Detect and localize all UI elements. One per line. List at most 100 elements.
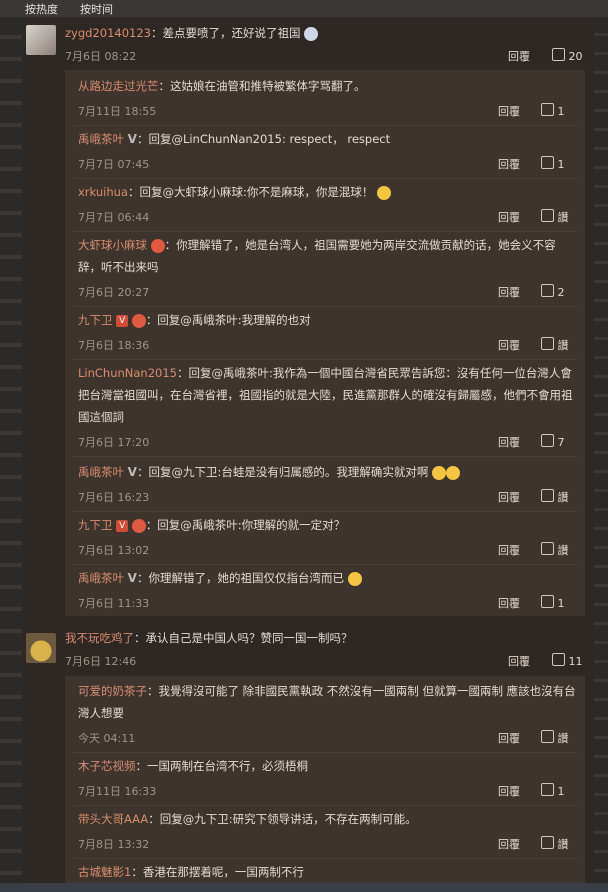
verified-badge-icon: V — [127, 571, 137, 585]
like-button[interactable]: 1 — [541, 156, 565, 171]
thumbs-up-icon — [541, 730, 554, 743]
sort-by-hot[interactable]: 按热度 — [25, 1, 58, 17]
reply-thread: 从路边走过光芒：这姑娘在油管和推特被繁体字骂翻了。 7月11日 18:55 回覆… — [65, 70, 585, 616]
like-button[interactable]: 1 — [541, 783, 565, 798]
like-button[interactable]: 2 — [541, 284, 565, 299]
reply-text: ：回复@禹峨茶叶:你理解的就一定对？ — [145, 518, 346, 532]
avatar[interactable] — [26, 25, 56, 55]
like-button[interactable]: 讚 — [541, 542, 569, 558]
comment-username[interactable]: 我不玩吃鸡了 — [65, 631, 134, 645]
reply-button[interactable]: 回覆 — [498, 836, 520, 852]
reply-date: 7月7日 07:45 — [78, 158, 150, 171]
reply-username[interactable]: 带头大哥AAA — [78, 812, 148, 826]
thumbs-up-icon — [541, 783, 554, 796]
reply-username[interactable]: 九下卫 — [78, 518, 113, 532]
vip-badge-icon: V — [116, 314, 129, 327]
reply-button[interactable]: 回覆 — [508, 653, 530, 669]
reply-username[interactable]: xrkuihua — [78, 185, 128, 199]
like-button[interactable]: 1 — [541, 595, 565, 610]
reply-button[interactable]: 回覆 — [498, 783, 520, 799]
reply-button[interactable]: 回覆 — [498, 595, 520, 611]
reply-username[interactable]: 禹峨茶叶 — [78, 132, 124, 146]
like-count: 讚 — [557, 339, 569, 352]
like-count: 7 — [557, 436, 565, 449]
left-decoration — [0, 17, 22, 883]
divider — [73, 511, 577, 512]
reply-button[interactable]: 回覆 — [498, 337, 520, 353]
reply-date: 7月6日 16:23 — [78, 491, 150, 504]
reply-button[interactable]: 回覆 — [508, 48, 530, 64]
like-button[interactable]: 讚 — [541, 730, 569, 746]
reply-username[interactable]: 从路边走过光芒 — [78, 79, 159, 93]
reply-username[interactable]: LinChunNan2015 — [78, 366, 177, 380]
comment-header: zygd20140123：差点要喷了，还好说了祖国 — [65, 25, 319, 41]
reply-text: ：香港在那摆着呢，一国两制不行 — [131, 865, 304, 879]
reply-button[interactable]: 回覆 — [498, 103, 520, 119]
vip-badge-icon: V — [116, 519, 129, 532]
like-button[interactable]: 7 — [541, 434, 565, 449]
face-emoji-icon — [445, 465, 460, 480]
reply-username[interactable]: 可爱的奶茶子 — [78, 684, 147, 698]
comment-list: zygd20140123：差点要喷了，还好说了祖国 7月6日 08:22 回覆 … — [22, 17, 594, 883]
like-button[interactable]: 讚 — [541, 337, 569, 353]
thumbs-up-icon — [541, 284, 554, 297]
like-button[interactable]: 11 — [552, 653, 583, 668]
reply-date: 7月8日 13:32 — [78, 838, 150, 851]
thumbs-up-icon — [541, 489, 554, 502]
reply-text: ：你理解错了，她是台湾人，祖国需要她为两岸交流做贡献的话，她会义不容辞，听不出来… — [78, 238, 556, 274]
reply-button[interactable]: 回覆 — [498, 156, 520, 172]
like-count: 20 — [568, 50, 583, 63]
divider — [73, 456, 577, 457]
thumbs-up-icon — [541, 836, 554, 849]
bottom-bar — [0, 883, 608, 892]
like-count: 讚 — [557, 838, 569, 851]
reply-text: ：回复@大虾球小麻球:你不是麻球，你是混球！ — [127, 185, 374, 199]
like-button[interactable]: 1 — [541, 103, 565, 118]
divider — [73, 359, 577, 360]
thumbs-up-icon — [552, 48, 565, 61]
like-button[interactable]: 讚 — [541, 836, 569, 852]
reply-date: 7月7日 06:44 — [78, 211, 150, 224]
face-emoji-icon — [347, 571, 362, 586]
reply-button[interactable]: 回覆 — [498, 209, 520, 225]
reply-username[interactable]: 九下卫 — [78, 313, 113, 327]
like-count: 讚 — [557, 211, 569, 224]
reply-date: 7月6日 11:33 — [78, 597, 150, 610]
avatar[interactable] — [26, 633, 56, 663]
reply-button[interactable]: 回覆 — [498, 489, 520, 505]
divider — [73, 306, 577, 307]
divider — [73, 752, 577, 753]
reply-button[interactable]: 回覆 — [498, 542, 520, 558]
reply-button[interactable]: 回覆 — [498, 284, 520, 300]
reply-username[interactable]: 禹峨茶叶 — [78, 465, 124, 479]
reply-text: ：回复@LinChunNan2015: respect， respect — [136, 132, 391, 146]
reply-text: ：回复@禹峨茶叶:我理解的也对 — [145, 313, 311, 327]
divider — [73, 564, 577, 565]
reply-date: 7月6日 20:27 — [78, 286, 150, 299]
comment-date: 7月6日 12:46 — [65, 655, 137, 668]
like-count: 2 — [557, 286, 565, 299]
sort-by-time[interactable]: 按时间 — [80, 1, 113, 17]
thumbs-up-icon — [541, 156, 554, 169]
thumbs-up-icon — [541, 103, 554, 116]
thumbs-up-icon — [541, 337, 554, 350]
like-count: 1 — [557, 597, 565, 610]
reply-username[interactable]: 木子芯视频 — [78, 759, 136, 773]
reply-username[interactable]: 大虾球小麻球 — [78, 238, 147, 252]
like-button[interactable]: 讚 — [541, 489, 569, 505]
comment-date: 7月6日 08:22 — [65, 50, 137, 63]
reply-text: ：回复@九下卫:研究下领导讲话，不存在两制可能。 — [148, 812, 417, 826]
reply-username[interactable]: 禹峨茶叶 — [78, 571, 124, 585]
reply-username[interactable]: 古城魅影1 — [78, 865, 131, 879]
badge-icon — [150, 238, 165, 253]
comment-username[interactable]: zygd20140123 — [65, 26, 151, 40]
face-emoji-icon — [376, 185, 391, 200]
reply-button[interactable]: 回覆 — [498, 730, 520, 746]
like-count: 讚 — [557, 732, 569, 745]
reply-text: ：一国两制在台湾不行，必须梧桐 — [135, 759, 309, 773]
reply-date: 7月6日 13:02 — [78, 544, 150, 557]
like-button[interactable]: 20 — [552, 48, 583, 63]
like-button[interactable]: 讚 — [541, 209, 569, 225]
reply-button[interactable]: 回覆 — [498, 434, 520, 450]
verified-badge-icon: V — [127, 465, 137, 479]
